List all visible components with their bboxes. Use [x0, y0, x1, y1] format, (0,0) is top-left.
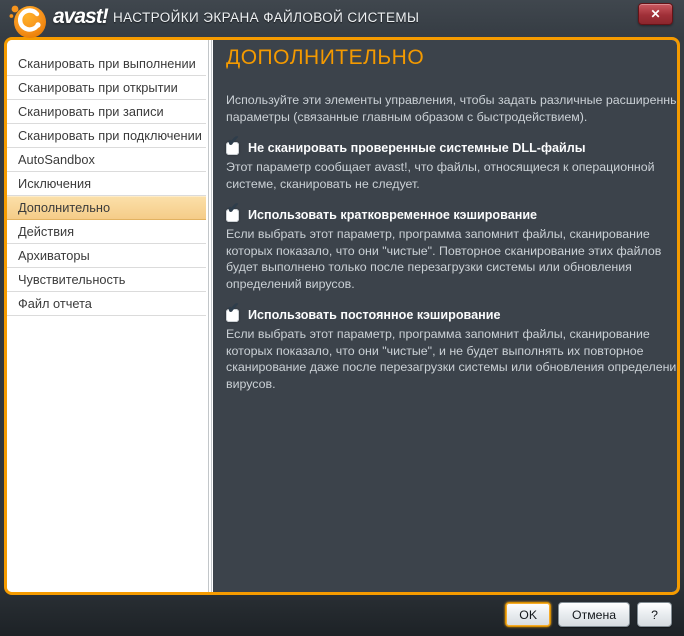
title-bar: avast! НАСТРОЙКИ ЭКРАНА ФАЙЛОВОЙ СИСТЕМЫ…: [0, 0, 684, 38]
sidebar-item-scan-on-write[interactable]: Сканировать при записи: [7, 100, 206, 124]
avast-settings-window: { "window": { "brand": "avast!", "title"…: [0, 0, 684, 636]
sidebar-item-label: Исключения: [18, 176, 92, 191]
option-description: Если выбрать этот параметр, программа за…: [226, 227, 662, 291]
sidebar-item-exclusions[interactable]: Исключения: [7, 172, 206, 196]
sidebar-item-scan-on-execute[interactable]: Сканировать при выполнении: [7, 52, 206, 76]
sidebar-item-label: Действия: [18, 224, 75, 239]
sidebar-item-sensitivity[interactable]: Чувствительность: [7, 268, 206, 292]
option-description: Этот параметр сообщает avast!, что файлы…: [226, 160, 655, 191]
sidebar-splitter[interactable]: [206, 40, 213, 592]
check-icon: ✔: [227, 199, 240, 217]
ok-button[interactable]: OK: [505, 602, 552, 627]
footer: OK Отмена ?: [0, 595, 684, 636]
sidebar-item-report-file[interactable]: Файл отчета: [7, 292, 206, 316]
sidebar-item-label: Чувствительность: [18, 272, 126, 287]
option-description: Если выбрать этот параметр, программа за…: [226, 327, 677, 391]
help-button[interactable]: ?: [637, 602, 672, 627]
sidebar-item-label: Сканировать при открытии: [18, 80, 178, 95]
avast-logo-icon: [9, 5, 46, 38]
sidebar-item-label: Сканировать при выполнении: [18, 56, 196, 71]
intro-text: Используйте эти элементы управления, что…: [226, 93, 677, 124]
sidebar-item-scan-on-open[interactable]: Сканировать при открытии: [7, 76, 206, 100]
dialog-buttons: OK Отмена ?: [505, 602, 672, 627]
check-icon: ✔: [227, 299, 240, 317]
sidebar-item-label: Сканировать при записи: [18, 104, 164, 119]
settings-panel: Сканировать при выполнении Сканировать п…: [4, 37, 680, 595]
checkbox-transient-cache[interactable]: ✔: [226, 201, 240, 222]
close-button[interactable]: ✕: [638, 3, 673, 25]
checkbox-label[interactable]: Использовать постоянное кэширование: [248, 308, 500, 322]
sidebar-item-scan-on-attach[interactable]: Сканировать при подключении: [7, 124, 206, 148]
sidebar: Сканировать при выполнении Сканировать п…: [7, 40, 206, 592]
sidebar-item-actions[interactable]: Действия: [7, 220, 206, 244]
checkbox-persistent-cache[interactable]: ✔: [226, 301, 240, 322]
checkbox-row: ✔ Использовать кратковременное кэширован…: [226, 201, 661, 222]
sidebar-item-label: Дополнительно: [18, 200, 111, 215]
option-transient-cache: ✔ Использовать кратковременное кэширован…: [226, 201, 661, 292]
sidebar-list: Сканировать при выполнении Сканировать п…: [7, 52, 206, 316]
content-pane: ДОПОЛНИТЕЛЬНО ДОПОЛНИТЕЛЬНО Используйте …: [213, 40, 677, 592]
checkbox-skip-system-dll[interactable]: ✔: [226, 134, 240, 155]
cancel-button[interactable]: Отмена: [558, 602, 631, 627]
check-icon: ✔: [227, 132, 240, 150]
page-title-reflection: ДОПОЛНИТЕЛЬНО: [226, 67, 661, 82]
sidebar-item-label: Сканировать при подключении: [18, 128, 202, 143]
window-title: НАСТРОЙКИ ЭКРАНА ФАЙЛОВОЙ СИСТЕМЫ: [113, 10, 420, 25]
brand-wordmark: avast!: [53, 5, 109, 28]
checkbox-label[interactable]: Не сканировать проверенные системные DLL…: [248, 141, 586, 155]
checkbox-row: ✔ Не сканировать проверенные системные D…: [226, 134, 661, 155]
checkbox-label[interactable]: Использовать кратковременное кэширование: [248, 208, 537, 222]
sidebar-item-label: Архиваторы: [18, 248, 90, 263]
sidebar-item-advanced[interactable]: Дополнительно: [7, 196, 206, 220]
sidebar-item-packers[interactable]: Архиваторы: [7, 244, 206, 268]
option-skip-system-dll: ✔ Не сканировать проверенные системные D…: [226, 134, 661, 192]
sidebar-item-autosandbox[interactable]: AutoSandbox: [7, 148, 206, 172]
option-persistent-cache: ✔ Использовать постоянное кэширование Ес…: [226, 301, 677, 392]
checkbox-row: ✔ Использовать постоянное кэширование: [226, 301, 661, 322]
sidebar-item-label: Файл отчета: [18, 296, 92, 311]
sidebar-item-label: AutoSandbox: [18, 152, 95, 167]
close-icon: ✕: [650, 7, 661, 21]
